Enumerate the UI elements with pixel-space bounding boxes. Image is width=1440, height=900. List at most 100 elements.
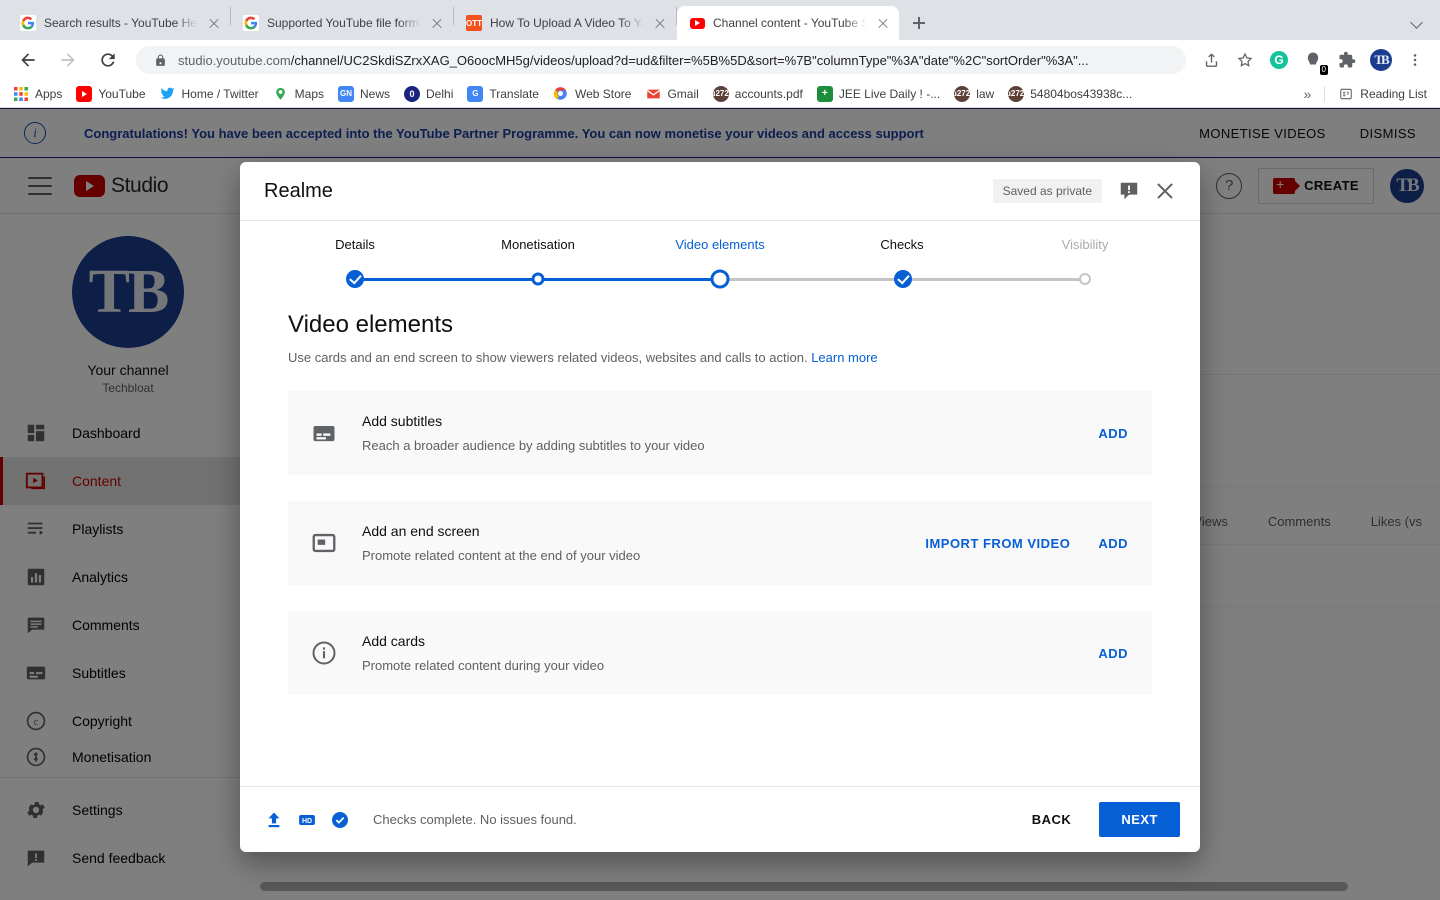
page-subtitle-text: Use cards and an end screen to show view… bbox=[288, 350, 808, 365]
bookmark-label: Home / Twitter bbox=[181, 86, 259, 101]
dialog-title: Realme bbox=[264, 179, 333, 202]
stepper-track bbox=[346, 269, 1091, 289]
element-actions: ADD bbox=[1098, 646, 1128, 661]
bookmark-law[interactable]: \u2726 law bbox=[947, 84, 1001, 104]
step-label-checks[interactable]: Checks bbox=[880, 237, 923, 252]
checks-status-text: Checks complete. No issues found. bbox=[373, 812, 577, 827]
close-icon[interactable] bbox=[429, 15, 445, 31]
extension-badge-icon[interactable]: 0 bbox=[1299, 46, 1328, 75]
back-button[interactable]: BACK bbox=[1016, 802, 1088, 837]
bookmark-label: Gmail bbox=[667, 86, 699, 101]
add-cards-button[interactable]: ADD bbox=[1098, 646, 1128, 661]
grammarly-icon[interactable]: G bbox=[1265, 46, 1293, 74]
step-label-monetisation[interactable]: Monetisation bbox=[501, 237, 575, 252]
chevron-down-icon[interactable] bbox=[1404, 9, 1430, 35]
stepper-segment-3 bbox=[903, 277, 1085, 281]
next-button[interactable]: NEXT bbox=[1099, 802, 1180, 837]
step-label-visibility[interactable]: Visibility bbox=[1062, 237, 1109, 252]
add-end-screen-button[interactable]: ADD bbox=[1098, 536, 1128, 551]
element-actions: ADD bbox=[1098, 426, 1128, 441]
element-title: Add an end screen bbox=[362, 523, 480, 539]
bookmarks-separator bbox=[1324, 85, 1326, 102]
address-bar-url: studio.youtube.com/channel/UC2SkdiSZrxXA… bbox=[178, 53, 1176, 68]
puzzle-extensions-icon[interactable] bbox=[1333, 46, 1361, 74]
dialog-body: Video elements Use cards and an end scre… bbox=[240, 289, 1200, 786]
bookmark-youtube[interactable]: YouTube bbox=[69, 84, 152, 104]
new-tab-button[interactable] bbox=[905, 9, 933, 37]
step-label-video-elements[interactable]: Video elements bbox=[675, 237, 764, 252]
stepper-node-details[interactable] bbox=[346, 270, 364, 288]
bookmark-maps[interactable]: Maps bbox=[266, 84, 331, 104]
browser-tab-title: Supported YouTube file formats bbox=[267, 16, 421, 30]
bookmark-label: JEE Live Daily ! -... bbox=[838, 86, 941, 101]
hd-badge-icon: HD bbox=[297, 810, 317, 830]
bookmark-news[interactable]: GN News bbox=[331, 84, 397, 104]
bookmark-label: Translate bbox=[489, 86, 539, 101]
google-translate-icon: G bbox=[467, 85, 484, 102]
chrome-menu-icon[interactable] bbox=[1401, 46, 1429, 74]
element-row-subtitles: Add subtitles Reach a broader audience b… bbox=[288, 391, 1152, 475]
browser-tab-4-active[interactable]: Channel content - YouTube Stu bbox=[677, 6, 899, 40]
stepper-node-visibility[interactable] bbox=[1079, 273, 1091, 285]
bookmark-accounts-pdf[interactable]: \u2726 accounts.pdf bbox=[706, 84, 810, 104]
close-icon[interactable] bbox=[1154, 180, 1176, 202]
element-title: Add subtitles bbox=[362, 413, 443, 429]
bookmark-translate[interactable]: G Translate bbox=[460, 84, 546, 104]
bookmark-label: 54804bos43938c... bbox=[1030, 86, 1133, 101]
element-description: Promote related content at the end of yo… bbox=[362, 548, 641, 563]
bookmark-label: Delhi bbox=[426, 86, 454, 101]
app-root: Search results - YouTube Help Supported … bbox=[0, 0, 1440, 900]
forward-icon[interactable] bbox=[53, 45, 83, 75]
back-icon[interactable] bbox=[13, 45, 43, 75]
google-news-icon: GN bbox=[338, 85, 354, 102]
end-screen-icon bbox=[310, 529, 338, 557]
page-subtitle: Use cards and an end screen to show view… bbox=[288, 350, 1152, 365]
url-path: /channel/UC2SkdiSZrxXAG_O6oocMH5g/videos… bbox=[290, 52, 1089, 68]
check-circle-icon bbox=[330, 810, 350, 830]
lock-icon bbox=[150, 46, 170, 74]
apps-grid-icon bbox=[13, 86, 29, 102]
add-subtitles-button[interactable]: ADD bbox=[1098, 426, 1128, 441]
close-icon[interactable] bbox=[652, 15, 668, 31]
bookmark-web-store[interactable]: Web Store bbox=[546, 84, 638, 104]
bookmark-jee-live-daily[interactable]: + JEE Live Daily ! -... bbox=[810, 84, 947, 104]
reading-list-button[interactable]: Reading List bbox=[1331, 84, 1434, 104]
browser-tab-title: Search results - YouTube Help bbox=[44, 16, 198, 30]
bookmark-star-icon[interactable] bbox=[1231, 46, 1259, 74]
close-icon[interactable] bbox=[875, 15, 891, 31]
address-bar[interactable]: studio.youtube.com/channel/UC2SkdiSZrxXA… bbox=[136, 46, 1186, 74]
maps-pin-icon bbox=[273, 86, 289, 102]
youtube-icon bbox=[689, 15, 705, 31]
reload-icon[interactable] bbox=[93, 45, 123, 75]
stepper-node-video-elements[interactable] bbox=[710, 269, 730, 289]
step-label-details[interactable]: Details bbox=[335, 237, 375, 252]
browser-tab-strip: Search results - YouTube Help Supported … bbox=[0, 0, 1440, 40]
bookmark-delhi[interactable]: 0 Delhi bbox=[397, 84, 460, 104]
emblem-icon: \u2726 bbox=[708, 85, 733, 102]
share-icon[interactable] bbox=[1197, 46, 1225, 74]
close-icon[interactable] bbox=[206, 15, 222, 31]
browser-tab-2[interactable]: Supported YouTube file formats bbox=[231, 6, 453, 40]
reading-list-icon bbox=[1338, 86, 1354, 102]
bookmark-home-twitter[interactable]: Home / Twitter bbox=[153, 84, 266, 104]
google-icon bbox=[243, 15, 259, 31]
learn-more-link[interactable]: Learn more bbox=[811, 350, 877, 365]
import-from-video-button[interactable]: IMPORT FROM VIDEO bbox=[925, 536, 1070, 551]
feedback-icon[interactable] bbox=[1118, 180, 1140, 202]
stepper-node-checks[interactable] bbox=[894, 270, 912, 288]
dialog-header: Realme Saved as private bbox=[240, 162, 1200, 220]
bookmark-gmail[interactable]: Gmail bbox=[638, 84, 705, 104]
bookmark-label: Web Store bbox=[574, 86, 632, 101]
bookmark-54804bos[interactable]: \u2726 54804bos43938c... bbox=[1001, 84, 1139, 104]
bookmarks-overflow-button[interactable]: » bbox=[1296, 84, 1318, 104]
stepper-segment-2 bbox=[720, 277, 903, 281]
profile-avatar-icon[interactable]: TB bbox=[1367, 46, 1395, 74]
browser-tab-3[interactable]: OTT How To Upload A Video To You bbox=[454, 6, 676, 40]
element-title: Add cards bbox=[362, 633, 426, 649]
bookmark-apps[interactable]: Apps bbox=[6, 84, 69, 104]
bookmark-label: Maps bbox=[294, 86, 324, 101]
url-host: studio.youtube.com bbox=[178, 52, 291, 68]
element-actions: IMPORT FROM VIDEO ADD bbox=[925, 536, 1128, 551]
stepper-node-monetisation[interactable] bbox=[531, 272, 545, 286]
browser-tab-1[interactable]: Search results - YouTube Help bbox=[8, 6, 230, 40]
